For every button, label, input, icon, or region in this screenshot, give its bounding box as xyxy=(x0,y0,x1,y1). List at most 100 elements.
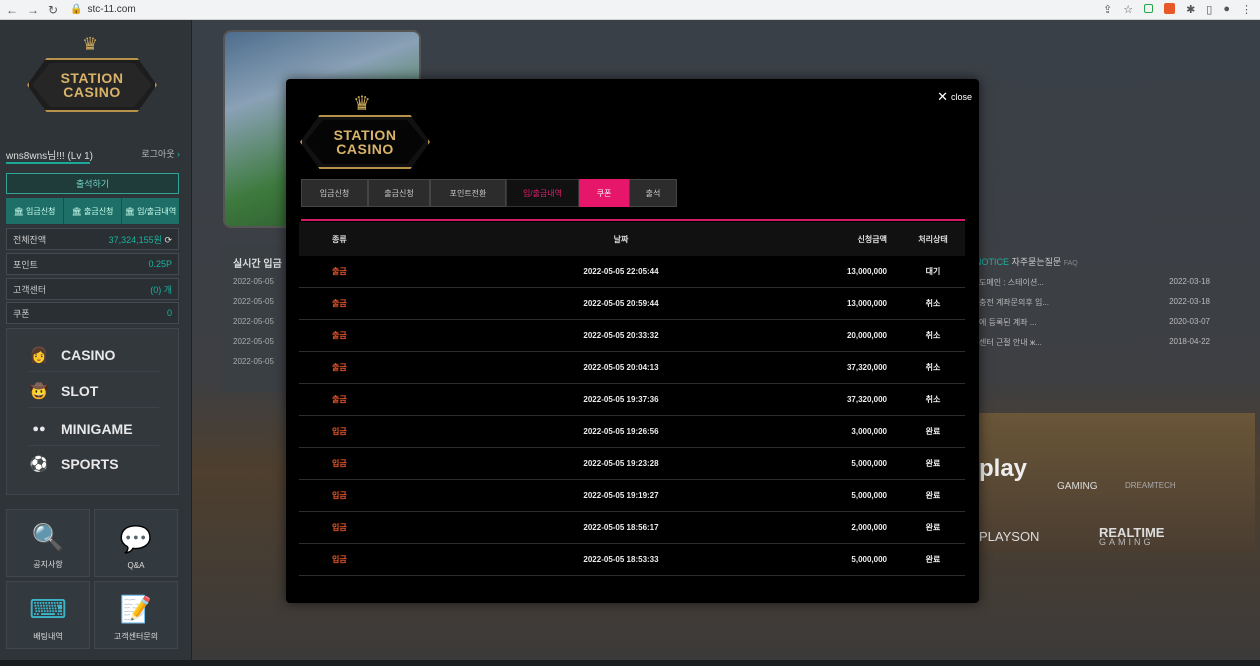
browser-actions: ⇪ ☆ ✱ ▯ ● ⋮ xyxy=(1103,3,1252,16)
quick-actions: 🏛 입금신청 🏛 출금신청 🏛 입/출금내역 xyxy=(6,198,179,224)
row-amount: 20,000,000 xyxy=(846,331,887,340)
bank-icon: 🏛 xyxy=(71,206,82,216)
menu-sports[interactable]: ⚽ SPORTS xyxy=(29,447,159,480)
quick-label: 출금신청 xyxy=(83,206,114,216)
table-row: 입금 2022-05-05 18:56:17 2,000,000 완료 xyxy=(299,512,965,544)
tab-coupon[interactable]: 쿠폰 xyxy=(579,179,629,207)
row-type: 입금 xyxy=(332,459,347,468)
notice-header: NOTICE 자주묻는질문 FAQ xyxy=(975,255,1078,268)
tile-bet-history[interactable]: ⌨ 배팅내역 xyxy=(6,581,90,649)
row-amount: 5,000,000 xyxy=(851,491,887,500)
table-header: 종류 날짜 신청금액 처리상태 xyxy=(299,222,965,256)
provider-gaming: GAMING xyxy=(1057,481,1098,492)
quick-label: 입금신청 xyxy=(25,206,56,216)
menu-casino[interactable]: 👩 CASINO xyxy=(29,339,159,372)
star-icon[interactable]: ☆ xyxy=(1123,3,1133,16)
refresh-icon[interactable]: ⟳ xyxy=(164,235,172,245)
magnifier-icon: 🔍 xyxy=(31,522,65,552)
row-status: 완료 xyxy=(925,491,941,500)
coupon-label: 쿠폰 xyxy=(13,308,30,319)
row-amount: 5,000,000 xyxy=(851,459,887,468)
back-icon[interactable]: ← xyxy=(6,3,18,17)
tile-support-inquiry[interactable]: 📝 고객센터문의 xyxy=(94,581,178,649)
tile-notice[interactable]: 🔍 공지사항 xyxy=(6,509,90,577)
tab-deposit-request[interactable]: 입금신청 xyxy=(301,179,368,207)
live-deposit-title: 실시간 입금 xyxy=(233,259,282,270)
notice-row[interactable]: 도메인 : 스테이션... 2022-03-18 xyxy=(979,277,1239,288)
withdraw-request-button[interactable]: 🏛 출금신청 xyxy=(64,198,122,224)
col-status: 처리상태 xyxy=(918,234,948,244)
live-date: 2022-05-05 xyxy=(233,337,274,346)
balance-value: 37,324,155원 xyxy=(108,234,162,245)
notice-row[interactable]: 충전 계좌문의후 입... 2022-03-18 xyxy=(979,297,1239,308)
row-type: 입금 xyxy=(332,555,347,564)
document-edit-icon: 📝 xyxy=(119,594,153,624)
col-amount: 신청금액 xyxy=(857,234,887,244)
close-button[interactable]: ✕ close xyxy=(937,90,972,103)
notice-row[interactable]: 에 등록된 계좌 ... 2020-03-07 xyxy=(979,317,1239,328)
tile-label: Q&A xyxy=(127,561,145,570)
point-value: 0.25P xyxy=(148,259,172,269)
row-status: 완료 xyxy=(925,555,941,564)
support-value: (0) 개 xyxy=(150,284,172,295)
slot-icon: 🤠 xyxy=(29,383,49,400)
address-bar[interactable]: 🔒 stc-11.com xyxy=(70,4,136,15)
row-type: 출금 xyxy=(332,267,347,276)
attend-button[interactable]: 출석하기 xyxy=(6,173,179,194)
forward-icon[interactable]: → xyxy=(27,3,39,17)
provider-realtime-gaming: GAMING xyxy=(1099,537,1154,547)
menu-slot[interactable]: 🤠 SLOT xyxy=(29,375,159,408)
row-status: 완료 xyxy=(925,427,941,436)
row-date: 2022-05-05 19:26:56 xyxy=(583,427,659,436)
deposit-request-button[interactable]: 🏛 입금신청 xyxy=(6,198,64,224)
brand-logo[interactable]: STATION CASINO xyxy=(27,58,157,112)
notice-title: 충전 계좌문의후 입... xyxy=(979,298,1049,307)
row-date: 2022-05-05 18:56:17 xyxy=(583,523,659,532)
row-date: 2022-05-05 19:37:36 xyxy=(583,395,659,404)
notice-tab[interactable]: NOTICE xyxy=(975,257,1009,267)
support-row[interactable]: 고객센터 (0) 개 xyxy=(6,278,179,300)
provider-play: play xyxy=(979,455,1028,482)
notice-row[interactable]: 센터 근절 안내 ж... 2018-04-22 xyxy=(979,337,1239,348)
sidepanel-icon[interactable]: ▯ xyxy=(1206,3,1212,16)
puzzle-icon[interactable]: ✱ xyxy=(1186,3,1195,16)
tab-attendance[interactable]: 출석 xyxy=(629,179,677,207)
row-date: 2022-05-05 20:59:44 xyxy=(583,299,659,308)
sports-icon: ⚽ xyxy=(29,455,49,473)
menu-label: SLOT xyxy=(61,383,99,399)
extension-red-icon[interactable] xyxy=(1164,3,1176,14)
live-date: 2022-05-05 xyxy=(233,277,274,286)
tile-label: 배팅내역 xyxy=(33,632,63,641)
row-type: 출금 xyxy=(332,331,347,340)
tab-deposit-withdraw-history[interactable]: 입/출금내역 xyxy=(506,179,579,207)
casino-icon: 👩 xyxy=(29,347,49,364)
bank-icon: 🏛 xyxy=(124,206,135,216)
table-row: 입금 2022-05-05 18:53:33 5,000,000 완료 xyxy=(299,544,965,576)
row-date: 2022-05-05 20:33:32 xyxy=(583,331,659,340)
menu-minigame[interactable]: ●● MINIGAME xyxy=(29,413,159,446)
tile-label: 고객센터문의 xyxy=(113,632,159,641)
provider-playson: PLAYSON xyxy=(979,529,1040,544)
tab-separator xyxy=(301,219,965,221)
logo-line1: STATION xyxy=(333,127,397,143)
row-date: 2022-05-05 19:23:28 xyxy=(583,459,659,468)
history-modal: ✕ close ♛ STATION CASINO 입금신청 출금신청 포인트전환… xyxy=(286,79,979,603)
reload-icon[interactable]: ↻ xyxy=(48,3,58,17)
history-button[interactable]: 🏛 입/출금내역 xyxy=(122,198,179,224)
row-status: 완료 xyxy=(925,523,941,532)
sidebar: ♛ STATION CASINO wns8wns님!!! (Lv 1) 로그아웃… xyxy=(0,20,192,666)
row-date: 2022-05-05 22:05:44 xyxy=(583,267,659,276)
share-icon[interactable]: ⇪ xyxy=(1103,3,1112,16)
tile-qna[interactable]: 💬 Q&A xyxy=(94,509,178,577)
extension-icon[interactable] xyxy=(1144,4,1154,13)
tab-point-convert[interactable]: 포인트전환 xyxy=(430,179,506,207)
tab-withdraw-request[interactable]: 출금신청 xyxy=(368,179,430,207)
menu-icon[interactable]: ⋮ xyxy=(1241,3,1252,16)
profile-icon[interactable]: ● xyxy=(1223,3,1230,16)
logout-link[interactable]: 로그아웃 › xyxy=(141,147,180,162)
col-type: 종류 xyxy=(332,234,347,244)
faq-tab[interactable]: 자주묻는질문 xyxy=(1012,257,1062,267)
logo-inner: STATION CASINO xyxy=(305,120,425,164)
coupon-row[interactable]: 쿠폰 0 xyxy=(6,302,179,324)
table-row: 출금 2022-05-05 20:04:13 37,320,000 취소 xyxy=(299,352,965,384)
